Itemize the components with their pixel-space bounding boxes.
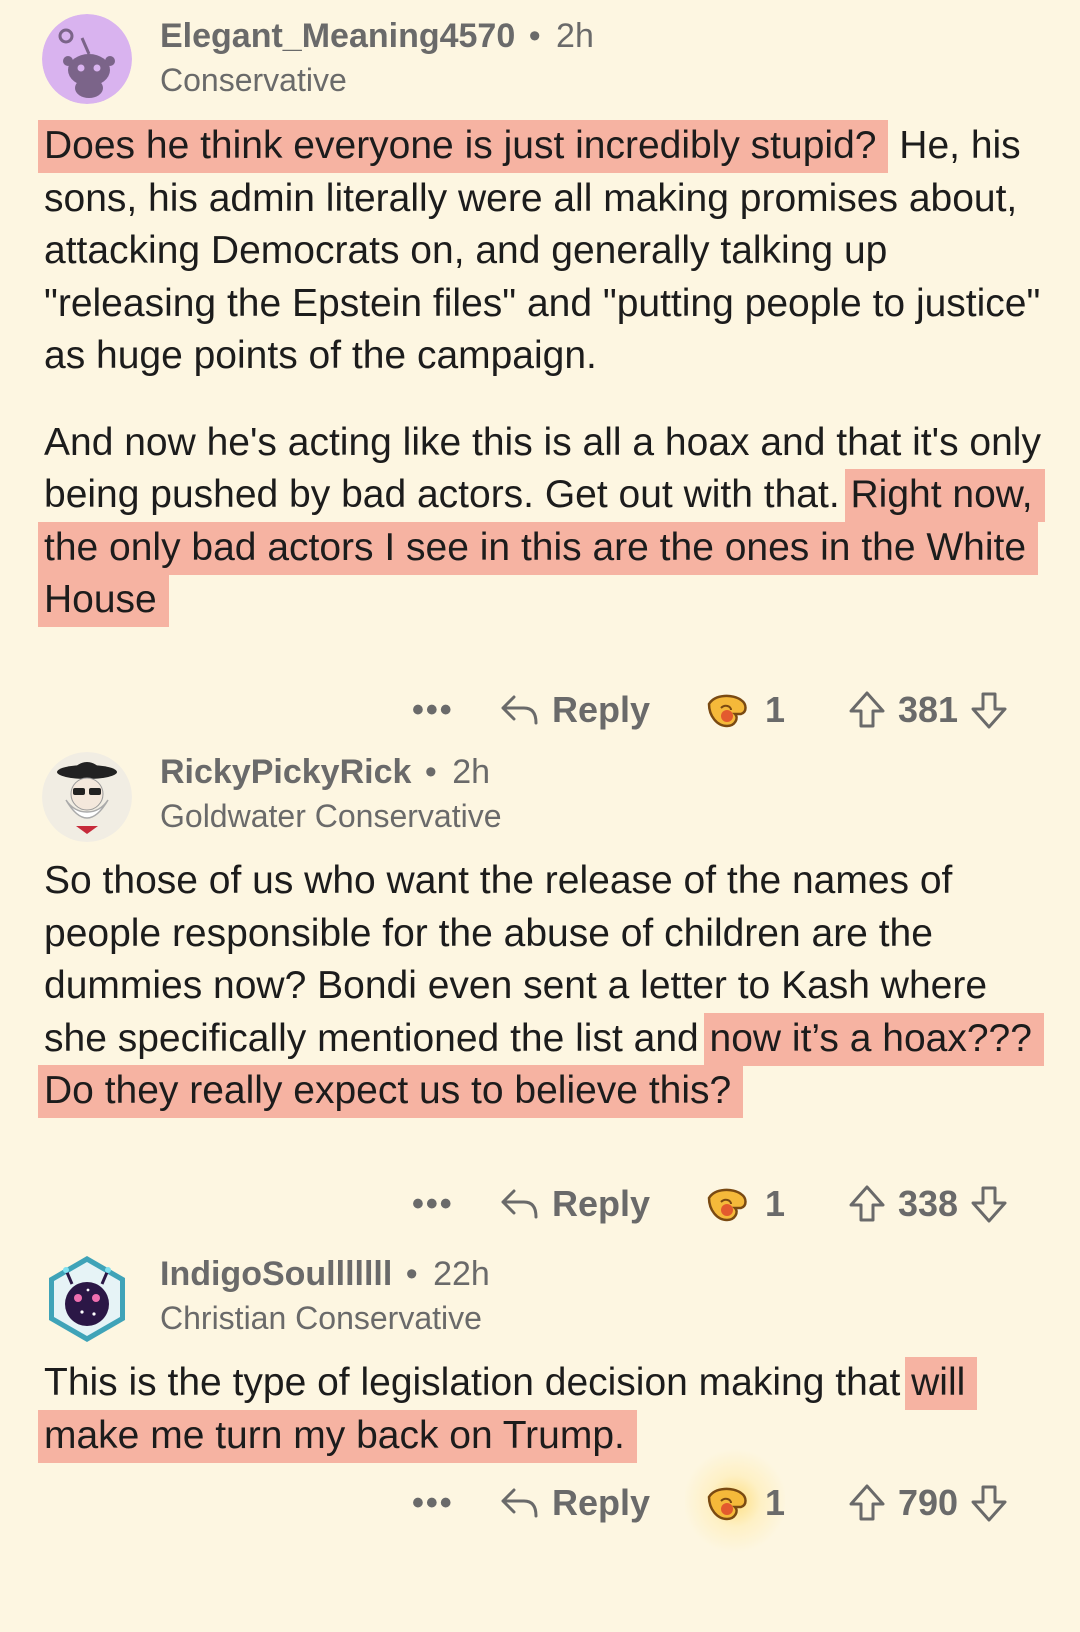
vote-controls: 790: [848, 1476, 1008, 1530]
separator-dot: •: [519, 17, 551, 55]
award-button[interactable]: 1: [705, 1177, 785, 1231]
downvote-icon[interactable]: [970, 690, 1008, 730]
reply-arrow-icon: [500, 1187, 540, 1221]
user-flair: Conservative: [160, 62, 347, 98]
reply-button[interactable]: Reply: [500, 1177, 650, 1231]
comment-body: This is the type of legislation decision…: [38, 1357, 1054, 1463]
comment-body: Does he think everyone is just incredibl…: [38, 120, 1054, 627]
comment-text: This is the type of legislation decision…: [44, 1361, 912, 1404]
vote-controls: 381: [848, 683, 1008, 737]
comment-age: 2h: [556, 17, 594, 55]
comment-actions: ••• Reply 1 790: [0, 1446, 1080, 1556]
user-avatar[interactable]: [42, 14, 132, 104]
reply-button[interactable]: Reply: [500, 1476, 650, 1530]
reply-button[interactable]: Reply: [500, 683, 650, 737]
user-flair: Goldwater Conservative: [160, 798, 502, 834]
separator-dot: •: [396, 1255, 428, 1293]
user-flair: Christian Conservative: [160, 1300, 482, 1336]
comment-age: 22h: [433, 1255, 490, 1293]
comment-body: So those of us who want the release of t…: [38, 855, 1054, 1118]
award-hand-icon: [705, 1184, 751, 1224]
award-hand-icon: [705, 690, 751, 730]
vote-controls: 338: [848, 1177, 1008, 1231]
comment-age: 2h: [452, 753, 491, 791]
more-options-button[interactable]: •••: [412, 683, 454, 737]
comment-paragraph: And now he's acting like this is all a h…: [38, 417, 1054, 627]
user-avatar[interactable]: [42, 1254, 132, 1344]
comment-username[interactable]: Elegant_Meaning4570: [160, 17, 515, 55]
award-count: 1: [765, 689, 786, 730]
reply-arrow-icon: [500, 693, 540, 727]
award-button[interactable]: 1: [685, 1446, 786, 1556]
award-hand-icon: [705, 1483, 751, 1523]
more-options-button[interactable]: •••: [412, 1476, 454, 1530]
comment-paragraph: This is the type of legislation decision…: [38, 1357, 1054, 1463]
galaxy-robot-avatar-icon: [49, 1256, 125, 1342]
vote-count: 790: [898, 1482, 959, 1523]
snoo-avatar-icon: [42, 14, 132, 104]
upvote-icon[interactable]: [848, 1184, 886, 1224]
award-button[interactable]: 1: [705, 683, 785, 737]
reply-label: Reply: [552, 1183, 651, 1224]
user-avatar[interactable]: [42, 752, 132, 842]
vote-count: 381: [898, 689, 959, 730]
vote-count: 338: [898, 1183, 959, 1224]
reply-arrow-icon: [500, 1486, 540, 1520]
comment-paragraph: So those of us who want the release of t…: [38, 855, 1054, 1118]
reply-label: Reply: [552, 1482, 651, 1523]
award-count: 1: [765, 1482, 786, 1523]
santa-sunglasses-avatar-icon: [42, 752, 132, 842]
upvote-icon[interactable]: [848, 1483, 886, 1523]
comment-username[interactable]: RickyPickyRick: [160, 753, 411, 791]
more-options-button[interactable]: •••: [412, 1177, 454, 1231]
downvote-icon[interactable]: [970, 1184, 1008, 1224]
separator-dot: •: [415, 753, 447, 791]
award-count: 1: [765, 1183, 786, 1224]
comment-actions: ••• Reply 1 381: [0, 683, 1080, 737]
comment-paragraph: Does he think everyone is just incredibl…: [38, 120, 1054, 383]
comment-actions: ••• Reply 1 338: [0, 1177, 1080, 1231]
highlighted-text: Does he think everyone is just incredibl…: [38, 120, 889, 173]
downvote-icon[interactable]: [970, 1483, 1008, 1523]
comment-username[interactable]: IndigoSoulllllll: [160, 1255, 392, 1293]
upvote-icon[interactable]: [848, 690, 886, 730]
reply-label: Reply: [552, 689, 651, 730]
